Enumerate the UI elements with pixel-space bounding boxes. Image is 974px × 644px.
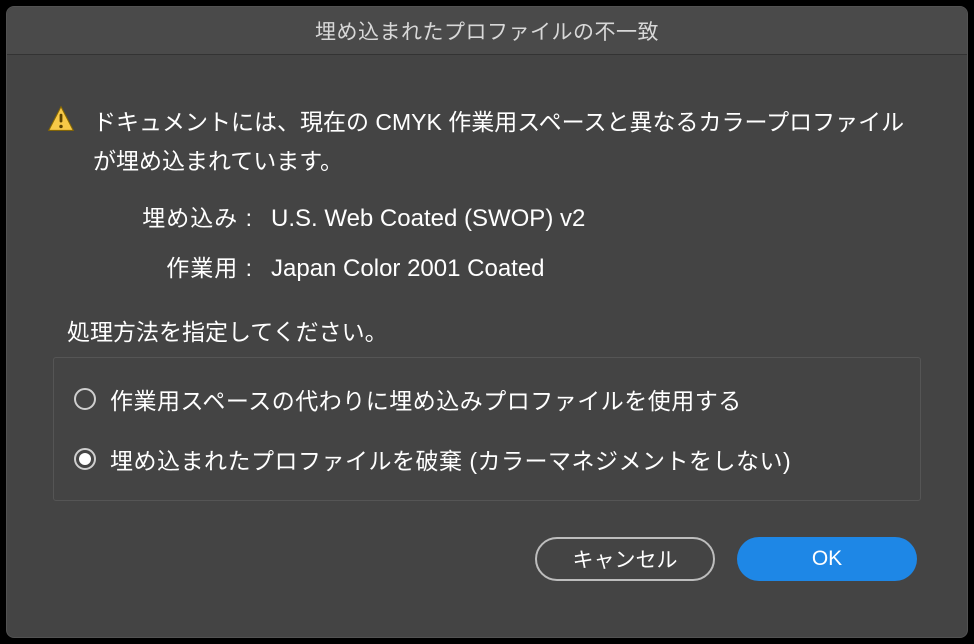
profile-mismatch-dialog: 埋め込まれたプロファイルの不一致 ドキュメントには、現在の CMYK 作業用スペ… (6, 6, 968, 638)
embedded-label: 埋め込み : (93, 199, 253, 233)
profile-info: 埋め込み : U.S. Web Coated (SWOP) v2 作業用 : J… (93, 199, 927, 283)
radio-selected-dot-icon (79, 453, 91, 465)
radio-icon (74, 448, 96, 470)
dialog-titlebar: 埋め込まれたプロファイルの不一致 (7, 7, 967, 55)
embedded-profile-row: 埋め込み : U.S. Web Coated (SWOP) v2 (93, 199, 927, 233)
embedded-value: U.S. Web Coated (SWOP) v2 (271, 205, 585, 233)
working-value: Japan Color 2001 Coated (271, 255, 545, 283)
radio-use-embedded[interactable]: 作業用スペースの代わりに埋め込みプロファイルを使用する (74, 382, 900, 416)
radio-icon (74, 388, 96, 410)
working-label: 作業用 : (93, 249, 253, 283)
ok-button[interactable]: OK (737, 537, 917, 581)
radio-discard-label: 埋め込まれたプロファイルを破棄 (カラーマネジメントをしない) (110, 442, 791, 476)
radio-discard[interactable]: 埋め込まれたプロファイルを破棄 (カラーマネジメントをしない) (74, 442, 900, 476)
warning-icon (47, 105, 75, 133)
instruction-text: 処理方法を指定してください。 (67, 313, 927, 347)
working-profile-row: 作業用 : Japan Color 2001 Coated (93, 249, 927, 283)
message-row: ドキュメントには、現在の CMYK 作業用スペースと異なるカラープロファイルが埋… (47, 103, 927, 181)
radio-use-embedded-label: 作業用スペースの代わりに埋め込みプロファイルを使用する (110, 382, 742, 416)
dialog-title: 埋め込まれたプロファイルの不一致 (315, 16, 659, 46)
options-group: 作業用スペースの代わりに埋め込みプロファイルを使用する 埋め込まれたプロファイル… (53, 357, 921, 501)
dialog-buttons: キャンセル OK (47, 537, 927, 581)
dialog-message: ドキュメントには、現在の CMYK 作業用スペースと異なるカラープロファイルが埋… (93, 103, 927, 181)
cancel-button[interactable]: キャンセル (535, 537, 715, 581)
dialog-content: ドキュメントには、現在の CMYK 作業用スペースと異なるカラープロファイルが埋… (7, 55, 967, 637)
